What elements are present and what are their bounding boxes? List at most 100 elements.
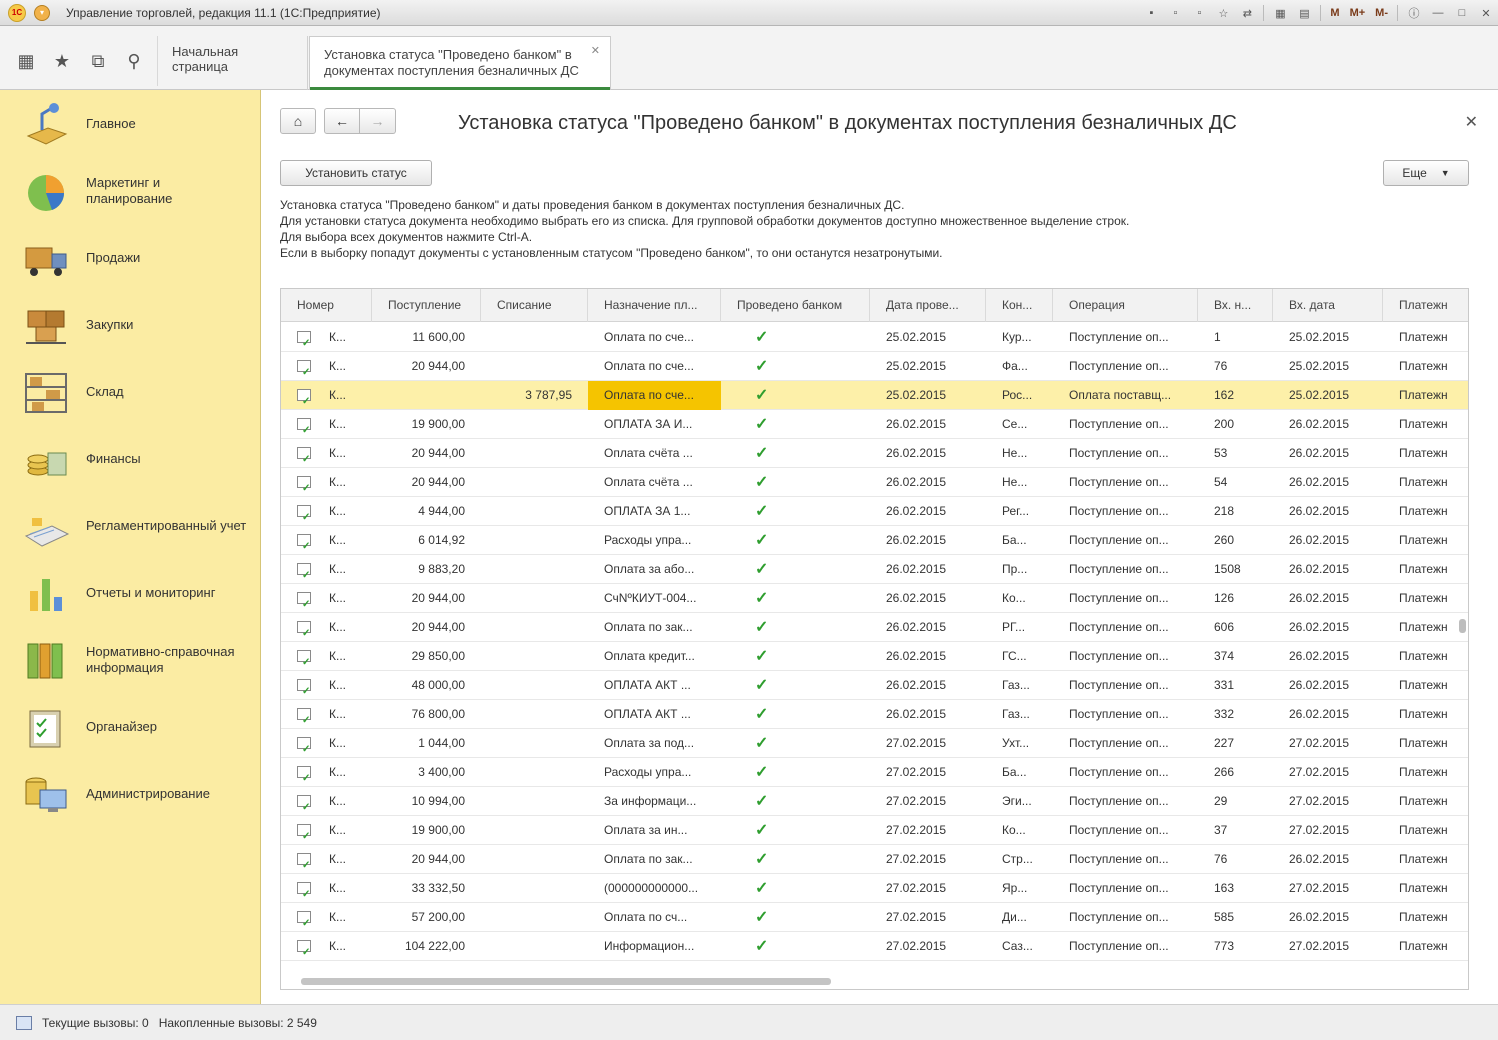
col-in-date-cell[interactable]: 26.02.2015 — [1273, 497, 1383, 526]
table-row[interactable]: К...20 944,00 Оплата по зак... ✓ 26.02.2015… — [281, 613, 1468, 642]
col-payment-cell[interactable]: Платежн — [1383, 323, 1468, 352]
home-button[interactable]: ⌂ — [280, 108, 316, 134]
col-in-date-cell[interactable]: 25.02.2015 — [1273, 381, 1383, 410]
col-counterparty-cell[interactable]: Рег... — [986, 497, 1053, 526]
col-operation-cell[interactable]: Поступление оп... — [1053, 903, 1198, 932]
preview-icon[interactable]: ▫ — [1189, 4, 1209, 22]
col-bank-date-cell[interactable]: 27.02.2015 — [870, 874, 986, 903]
col-in-number-cell[interactable]: 54 — [1198, 468, 1273, 497]
col-operation-cell[interactable]: Поступление оп... — [1053, 497, 1198, 526]
col-income-cell[interactable]: 76 800,00 — [372, 700, 481, 729]
col-in-number-cell[interactable]: 606 — [1198, 613, 1273, 642]
forward-button[interactable]: → — [360, 108, 396, 134]
col-purpose-cell[interactable]: Оплата по сче... — [588, 323, 721, 352]
col-purpose-cell[interactable]: ОПЛАТА АКТ ... — [588, 671, 721, 700]
col-payment-cell[interactable]: Платежн — [1383, 845, 1468, 874]
calls-monitor-icon[interactable] — [16, 1015, 32, 1030]
close-window-icon[interactable]: ✕ — [1476, 4, 1496, 22]
col-operation-cell[interactable]: Поступление оп... — [1053, 729, 1198, 758]
col-bank-date-cell[interactable]: 26.02.2015 — [870, 555, 986, 584]
col-number-cell[interactable]: К... — [281, 845, 372, 874]
col-number-cell[interactable]: К... — [281, 497, 372, 526]
col-expense-cell[interactable]: 3 787,95 — [481, 381, 588, 410]
col-in-number-cell[interactable]: 374 — [1198, 642, 1273, 671]
table-row[interactable]: К...11 600,00 Оплата по сче... ✓ 25.02.2015… — [281, 323, 1468, 352]
col-income-cell[interactable]: 20 944,00 — [372, 845, 481, 874]
col-income-cell[interactable]: 3 400,00 — [372, 758, 481, 787]
col-payment-cell[interactable]: Платежн — [1383, 555, 1468, 584]
table-row[interactable]: К...10 994,00За информаци...✓27.02.2015Э… — [281, 787, 1468, 816]
col-in-number-cell[interactable]: 1 — [1198, 323, 1273, 352]
col-bank-posted-cell[interactable]: ✓ — [721, 729, 870, 758]
table-row[interactable]: К...1 044,00Оплата за под...✓27.02.2015У… — [281, 729, 1468, 758]
col-number-cell[interactable]: К... — [281, 352, 372, 381]
col-purpose-cell[interactable]: ОПЛАТА АКТ ... — [588, 700, 721, 729]
col-in-date-cell[interactable]: 26.02.2015 — [1273, 700, 1383, 729]
col-in-date-cell[interactable]: 26.02.2015 — [1273, 555, 1383, 584]
col-operation-cell[interactable]: Поступление оп... — [1053, 874, 1198, 903]
col-bank-date-cell[interactable]: 27.02.2015 — [870, 932, 986, 961]
col-in-date-cell[interactable]: 26.02.2015 — [1273, 845, 1383, 874]
col-counterparty-cell[interactable]: Ухт... — [986, 729, 1053, 758]
col-operation-cell[interactable]: Поступление оп... — [1053, 555, 1198, 584]
col-bank-posted-header[interactable]: Проведено банком — [721, 289, 870, 322]
col-bank-date-cell[interactable]: 26.02.2015 — [870, 613, 986, 642]
col-operation-cell[interactable]: Поступление оп... — [1053, 323, 1198, 352]
col-in-date-cell[interactable]: 26.02.2015 — [1273, 410, 1383, 439]
col-bank-posted-cell[interactable]: ✓ — [721, 410, 870, 439]
col-income-cell[interactable]: 19 900,00 — [372, 410, 481, 439]
col-purpose-cell[interactable]: Информацион... — [588, 932, 721, 961]
col-income-cell[interactable]: 29 850,00 — [372, 642, 481, 671]
table-row[interactable]: К...57 200,00 Оплата по сч... ✓ 27.02.2015Д… — [281, 903, 1468, 932]
col-income-cell[interactable]: 19 900,00 — [372, 816, 481, 845]
col-bank-date-cell[interactable]: 25.02.2015 — [870, 352, 986, 381]
col-operation-cell[interactable]: Поступление оп... — [1053, 816, 1198, 845]
save-icon[interactable]: ▪ — [1141, 4, 1161, 22]
col-payment-cell[interactable]: Платежн — [1383, 729, 1468, 758]
favorites-star-icon[interactable]: ★ — [44, 43, 80, 79]
col-counterparty-cell[interactable]: Не... — [986, 439, 1053, 468]
col-counterparty-cell[interactable]: РГ... — [986, 613, 1053, 642]
col-in-number-cell[interactable]: 163 — [1198, 874, 1273, 903]
col-bank-posted-cell[interactable]: ✓ — [721, 555, 870, 584]
memory-minus-button[interactable]: M- — [1372, 4, 1391, 22]
col-payment-cell[interactable]: Платежн — [1383, 816, 1468, 845]
col-operation-cell[interactable]: Поступление оп... — [1053, 787, 1198, 816]
col-bank-date-cell[interactable]: 25.02.2015 — [870, 381, 986, 410]
table-row[interactable]: К...4 944,00ОПЛАТА ЗА 1...✓26.02.2015Рег… — [281, 497, 1468, 526]
col-expense-cell[interactable] — [481, 352, 588, 381]
col-number-cell[interactable]: К... — [281, 555, 372, 584]
col-income-cell[interactable]: 20 944,00 — [372, 352, 481, 381]
col-payment-cell[interactable]: Платежн — [1383, 381, 1468, 410]
col-in-number-cell[interactable]: 266 — [1198, 758, 1273, 787]
col-bank-posted-cell[interactable]: ✓ — [721, 758, 870, 787]
col-operation-cell[interactable]: Оплата поставщ... — [1053, 381, 1198, 410]
main-menu-icon[interactable]: ▾ — [34, 4, 50, 21]
col-in-number-cell[interactable]: 227 — [1198, 729, 1273, 758]
col-operation-cell[interactable]: Поступление оп... — [1053, 642, 1198, 671]
col-in-number-cell[interactable]: 1508 — [1198, 555, 1273, 584]
col-payment-cell[interactable]: Платежн — [1383, 439, 1468, 468]
col-in-date-cell[interactable]: 25.02.2015 — [1273, 323, 1383, 352]
col-income-cell[interactable]: 1 044,00 — [372, 729, 481, 758]
sidebar-item-warehouse[interactable]: Склад — [0, 364, 261, 420]
col-bank-date-cell[interactable]: 26.02.2015 — [870, 526, 986, 555]
col-purpose-cell[interactable]: Оплата по зак... — [588, 613, 721, 642]
col-operation-cell[interactable]: Поступление оп... — [1053, 352, 1198, 381]
col-in-date-cell[interactable]: 26.02.2015 — [1273, 526, 1383, 555]
col-bank-date-cell[interactable]: 26.02.2015 — [870, 497, 986, 526]
col-counterparty-cell[interactable]: Газ... — [986, 671, 1053, 700]
sidebar-item-reference[interactable]: Нормативно-справочная информация — [0, 632, 261, 688]
sidebar-item-main[interactable]: Главное — [0, 96, 261, 152]
col-in-number-cell[interactable]: 76 — [1198, 845, 1273, 874]
col-counterparty-cell[interactable]: Стр... — [986, 845, 1053, 874]
table-row[interactable]: К...3 400,00Расходы упра...✓27.02.2015Ба… — [281, 758, 1468, 787]
col-counterparty-cell[interactable]: Пр... — [986, 555, 1053, 584]
sidebar-item-organizer[interactable]: Органайзер — [0, 699, 261, 755]
col-bank-date-cell[interactable]: 26.02.2015 — [870, 468, 986, 497]
col-purpose-cell[interactable]: За информаци... — [588, 787, 721, 816]
col-purpose-cell[interactable]: Оплата за або... — [588, 555, 721, 584]
col-in-number-cell[interactable]: 218 — [1198, 497, 1273, 526]
col-payment-cell[interactable]: Платежн — [1383, 700, 1468, 729]
col-in-number-cell[interactable]: 162 — [1198, 381, 1273, 410]
